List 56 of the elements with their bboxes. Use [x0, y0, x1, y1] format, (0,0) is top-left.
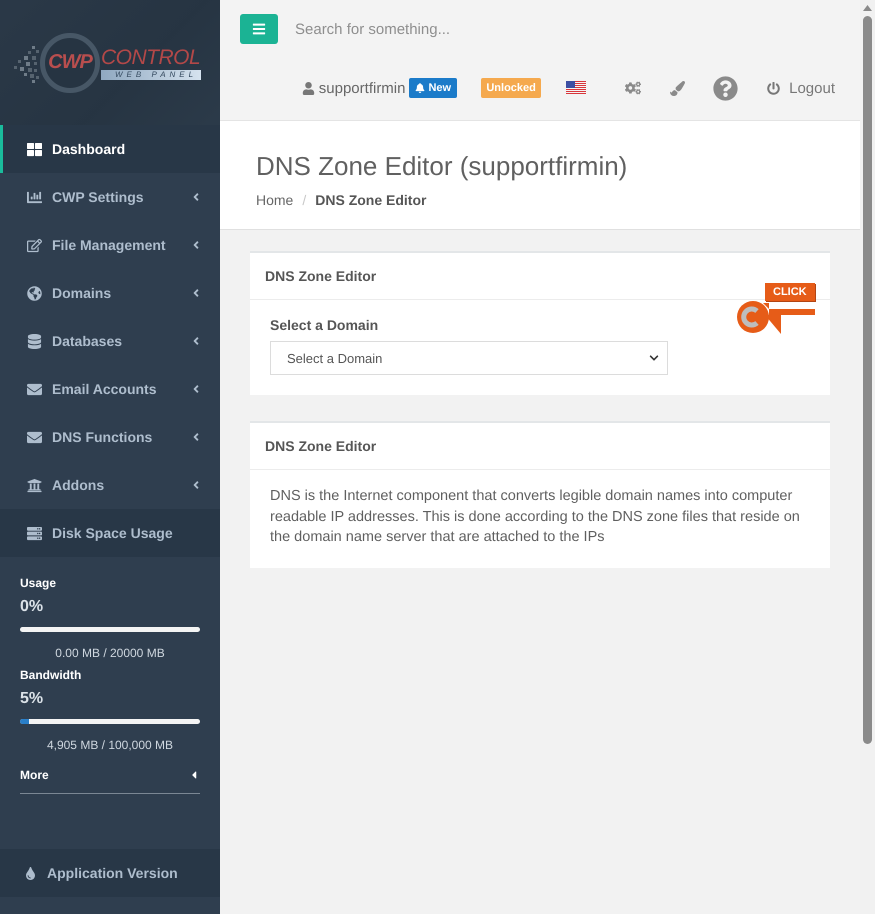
click-label: CLICK — [765, 283, 815, 301]
page-title: DNS Zone Editor (supportfirmin) — [256, 150, 628, 183]
bell-icon — [415, 83, 426, 93]
logo-tagline: WEB PANEL — [101, 70, 202, 80]
sidebar-item[interactable]: Application Version — [0, 849, 220, 897]
user-icon — [302, 82, 315, 94]
sidebar-item[interactable]: CWP Settings — [0, 173, 220, 221]
scrollbar-thumb[interactable] — [863, 16, 872, 744]
meter-percent: 0% — [20, 597, 44, 617]
sidebar-item[interactable]: Addons — [0, 461, 220, 509]
logout-link[interactable]: Logout — [767, 80, 835, 96]
description-text: DNS is the Internet component that converts legible domain names into computer readable IP addresses. This is done according to the DNS zone files that reside on the domain name server that are attached to the IPs — [270, 487, 801, 547]
domain-select[interactable]: Select a Domain — [270, 341, 668, 375]
breadcrumb-current: DNS Zone Editor — [315, 191, 426, 210]
user-name[interactable]: supportfirmin — [318, 80, 406, 96]
sidebar-item[interactable]: Domains — [0, 269, 220, 317]
envelope-icon — [27, 430, 42, 444]
server-icon — [27, 526, 42, 540]
settings-icon[interactable] — [625, 80, 642, 96]
sidebar-item[interactable]: Databases — [0, 317, 220, 365]
click-pointer-icon — [735, 301, 817, 335]
sidebar-item[interactable]: Disk Space Usage — [0, 509, 220, 557]
menu-icon — [252, 22, 266, 36]
flag-icon[interactable] — [566, 81, 586, 95]
sidebar-item[interactable]: Email Accounts — [0, 365, 220, 413]
breadcrumb-separator: / — [302, 191, 306, 210]
power-icon — [767, 82, 780, 94]
sidebar-item[interactable]: DNS Functions — [0, 413, 220, 461]
sidebar-item[interactable]: File Management — [0, 221, 220, 269]
envelope-icon — [27, 382, 42, 396]
card-title: DNS Zone Editor — [250, 423, 830, 470]
notification-badge[interactable]: New — [409, 78, 458, 98]
logo-mark: CWP — [40, 32, 100, 92]
bar-chart-icon — [27, 190, 42, 204]
drop-icon — [24, 866, 37, 880]
chevron-down-icon — [649, 353, 659, 363]
paint-brush-icon[interactable] — [670, 80, 686, 96]
meter-label: Usage — [20, 575, 58, 591]
field-label: Select a Domain — [270, 316, 378, 335]
scroll-up-arrow-icon[interactable] — [863, 5, 872, 11]
meter-percent: 5% — [20, 689, 44, 709]
search-field[interactable]: Search for something... — [295, 14, 595, 44]
more-link[interactable]: More — [20, 767, 49, 783]
breadcrumb-link[interactable]: Home — [256, 190, 294, 210]
meter-detail: 4,905 MB / 100,000 MB — [46, 737, 174, 753]
menu-button[interactable] — [240, 14, 278, 44]
edit-icon — [27, 238, 42, 252]
help-icon[interactable] — [713, 76, 738, 100]
logo-name: CONTROL — [101, 46, 200, 70]
grid-icon — [27, 142, 42, 156]
bank-icon — [27, 478, 42, 492]
meter-label: Bandwidth — [20, 667, 82, 683]
sidebar-item[interactable]: Dashboard — [0, 125, 220, 173]
database-icon — [27, 334, 42, 348]
globe-icon — [27, 286, 42, 300]
meter-detail: 0.00 MB / 20000 MB — [54, 645, 166, 661]
